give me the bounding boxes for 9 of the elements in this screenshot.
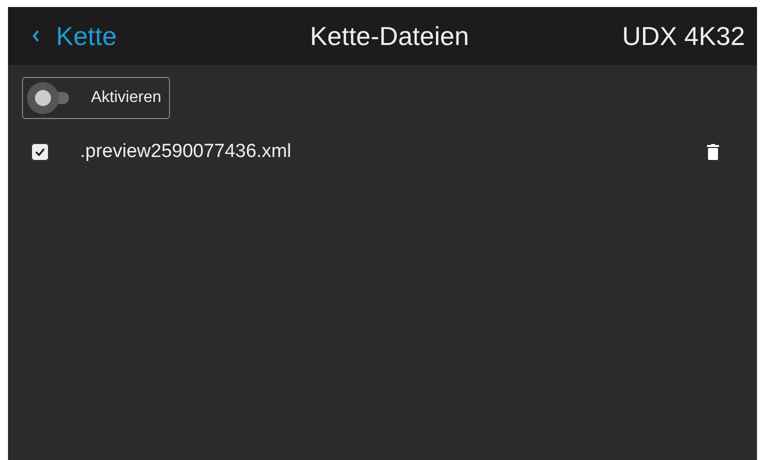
file-name: .preview2590077436.xml	[80, 141, 292, 163]
activate-toggle[interactable]: Aktivieren	[22, 77, 170, 119]
page-title: Kette-Dateien	[310, 20, 469, 52]
trash-icon[interactable]	[707, 144, 719, 160]
chevron-left-icon	[32, 30, 40, 42]
back-link[interactable]: Kette	[32, 20, 117, 52]
device-name: UDX 4K32	[622, 20, 745, 52]
back-label: Kette	[56, 20, 117, 52]
checkbox[interactable]	[32, 144, 48, 160]
